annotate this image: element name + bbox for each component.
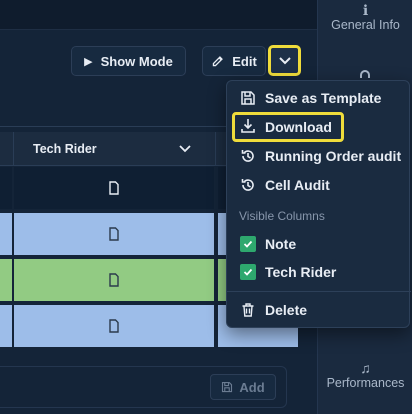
- history-icon: [241, 179, 254, 191]
- edit-label: Edit: [232, 53, 257, 69]
- sidebar-item-label: Performances: [326, 376, 405, 390]
- sidebar-icon-partial: [360, 70, 370, 78]
- more-options-button[interactable]: [268, 45, 301, 76]
- document-icon: [109, 181, 119, 195]
- menu-item-label: Save as Template: [265, 90, 382, 106]
- chevron-down-icon[interactable]: [179, 145, 191, 153]
- menu-item-download[interactable]: Download: [232, 112, 344, 142]
- show-mode-label: Show Mode: [100, 53, 173, 69]
- menu-item-label: Tech Rider: [265, 264, 337, 280]
- tech-rider-cell[interactable]: [14, 167, 214, 209]
- chevron-down-icon: [278, 56, 291, 64]
- column-toggle-note[interactable]: Note: [227, 231, 411, 257]
- menu-item-running-order-audit[interactable]: Running Order audit: [227, 143, 411, 169]
- menu-item-label: Note: [265, 236, 297, 252]
- info-icon: ℹ: [362, 2, 369, 18]
- history-icon: [241, 150, 254, 162]
- column-divider: [13, 132, 14, 166]
- play-icon: ▶: [84, 55, 93, 68]
- more-options-menu: Save as Template Download Running Order …: [226, 80, 411, 328]
- tech-rider-cell[interactable]: [14, 305, 214, 347]
- menu-item-delete[interactable]: Delete: [227, 297, 411, 323]
- top-strip: [0, 0, 317, 30]
- row-cell: [0, 305, 12, 347]
- trash-icon: [242, 303, 254, 317]
- download-icon: [241, 119, 255, 133]
- menu-item-save-as-template[interactable]: Save as Template: [227, 85, 411, 111]
- menu-item-label: Running Order audit: [265, 148, 402, 164]
- tech-rider-cell[interactable]: [14, 259, 214, 301]
- document-icon: [109, 273, 119, 287]
- add-label: Add: [239, 379, 265, 395]
- sidebar-item-performances[interactable]: ♫ Performances: [318, 360, 412, 390]
- column-toggle-tech-rider[interactable]: Tech Rider: [227, 259, 411, 285]
- sidebar-item-general-info[interactable]: ℹ General Info: [318, 2, 412, 32]
- save-icon: [241, 91, 255, 105]
- sidebar-item-label: General Info: [331, 18, 400, 32]
- menu-item-cell-audit[interactable]: Cell Audit: [227, 172, 411, 198]
- column-header-tech-rider: Tech Rider: [33, 142, 97, 156]
- row-cell: [0, 213, 12, 255]
- column-divider: [215, 132, 216, 166]
- menu-item-label: Delete: [265, 302, 308, 318]
- menu-item-label: Cell Audit: [265, 177, 330, 193]
- checkbox-checked-icon[interactable]: [240, 236, 256, 252]
- show-mode-button[interactable]: ▶ Show Mode: [71, 46, 186, 76]
- row-cell: [0, 259, 12, 301]
- menu-divider: [227, 291, 411, 292]
- save-icon: [222, 381, 233, 393]
- pencil-icon: [213, 55, 224, 66]
- add-button[interactable]: Add: [210, 374, 276, 400]
- music-note-icon: ♫: [360, 360, 371, 376]
- menu-item-label: Download: [265, 119, 332, 135]
- tech-rider-cell[interactable]: [14, 213, 214, 255]
- visible-columns-heading: Visible Columns: [239, 209, 325, 223]
- document-icon: [109, 319, 119, 333]
- document-icon: [109, 227, 119, 241]
- row-cell: [0, 167, 12, 209]
- checkbox-checked-icon[interactable]: [240, 264, 256, 280]
- edit-button[interactable]: Edit: [202, 46, 266, 76]
